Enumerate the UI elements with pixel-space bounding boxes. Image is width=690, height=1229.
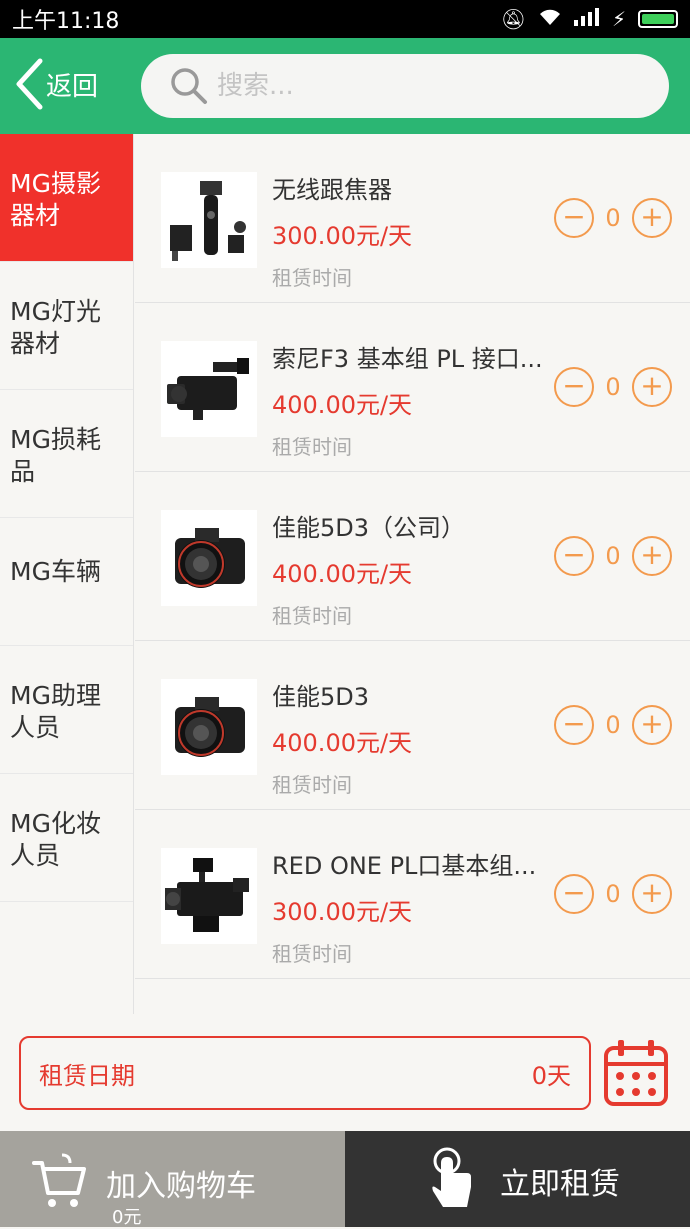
search-icon	[171, 68, 207, 104]
back-button[interactable]: 返回	[14, 56, 98, 112]
rent-time-label: 租赁时间	[272, 435, 352, 459]
header-bar: 返回	[0, 38, 690, 134]
rent-time-label: 租赁时间	[272, 942, 352, 966]
product-item-partial[interactable]	[135, 979, 690, 1014]
follow-focus-icon	[170, 181, 246, 261]
quantity-value: 0	[605, 373, 621, 401]
category-assistants[interactable]: MG助理人员	[0, 646, 133, 774]
cart-total: 0元	[112, 1207, 142, 1228]
rental-days-value: 0天	[531, 1061, 571, 1090]
dslr-camera-icon	[175, 697, 245, 757]
calendar-icon	[604, 1040, 668, 1106]
product-image	[161, 172, 257, 268]
status-icons: 🔕︎ ⚡︎	[501, 7, 678, 31]
quantity-value: 0	[605, 880, 621, 908]
wifi-icon	[538, 7, 562, 31]
mute-icon: 🔕︎	[500, 7, 526, 31]
increase-button[interactable]: +	[632, 536, 672, 576]
chevron-left-icon	[16, 58, 43, 110]
product-price: 300.00元/天	[272, 898, 413, 926]
tap-hand-icon	[432, 1147, 471, 1207]
rental-date-label: 租赁日期	[39, 1061, 135, 1090]
calendar-button[interactable]	[602, 1038, 670, 1112]
battery-icon	[638, 10, 678, 28]
status-bar: 上午11:18 🔕︎ ⚡︎	[0, 0, 690, 38]
product-item[interactable]: 佳能5D3 400.00元/天 租赁时间 − 0 +	[135, 641, 690, 810]
rent-time-label: 租赁时间	[272, 604, 352, 628]
add-to-cart-label: 加入购物车	[106, 1169, 256, 1204]
rent-time-label: 租赁时间	[272, 773, 352, 797]
increase-button[interactable]: +	[632, 367, 672, 407]
search-box[interactable]	[141, 54, 669, 118]
decrease-button[interactable]: −	[554, 367, 594, 407]
quantity-value: 0	[605, 204, 621, 232]
product-image	[161, 848, 257, 944]
product-list: 无线跟焦器 300.00元/天 租赁时间 − 0 + 索尼F3 基本组 PL 接…	[135, 134, 690, 1014]
rent-now-button[interactable]: 立即租赁	[345, 1131, 690, 1227]
quantity-stepper: − 0 +	[554, 874, 672, 914]
product-price: 400.00元/天	[272, 729, 413, 757]
quantity-value: 0	[605, 711, 621, 739]
decrease-button[interactable]: −	[554, 198, 594, 238]
rental-date-bar: 租赁日期 0天	[0, 1014, 690, 1131]
product-name: RED ONE PL口基本组...	[272, 852, 537, 880]
quantity-stepper: − 0 +	[554, 705, 672, 745]
increase-button[interactable]: +	[632, 198, 672, 238]
charging-icon: ⚡︎	[611, 7, 626, 31]
product-image	[161, 679, 257, 775]
increase-button[interactable]: +	[632, 874, 672, 914]
camcorder-icon	[167, 358, 249, 420]
product-name: 佳能5D3	[272, 683, 370, 711]
back-label: 返回	[46, 71, 99, 102]
bottom-action-bar: 加入购物车 0元 立即租赁	[0, 1131, 690, 1228]
cart-icon	[32, 1153, 86, 1207]
quantity-stepper: − 0 +	[554, 367, 672, 407]
rental-date-field[interactable]: 租赁日期 0天	[19, 1036, 591, 1110]
category-makeup[interactable]: MG化妆人员	[0, 774, 133, 902]
product-name: 索尼F3 基本组 PL 接口...	[272, 345, 543, 373]
search-input[interactable]	[217, 71, 617, 101]
product-name: 佳能5D3（公司）	[272, 514, 466, 542]
decrease-button[interactable]: −	[554, 705, 594, 745]
product-item[interactable]: 索尼F3 基本组 PL 接口... 400.00元/天 租赁时间 − 0 +	[135, 303, 690, 472]
add-to-cart-button[interactable]: 加入购物车 0元	[0, 1131, 345, 1228]
dslr-camera-icon	[175, 528, 245, 588]
category-lighting[interactable]: MG灯光器材	[0, 262, 133, 390]
product-item[interactable]: 无线跟焦器 300.00元/天 租赁时间 − 0 +	[135, 134, 690, 303]
rent-time-label: 租赁时间	[272, 266, 352, 290]
quantity-stepper: − 0 +	[554, 536, 672, 576]
product-price: 400.00元/天	[272, 560, 413, 588]
product-item[interactable]: RED ONE PL口基本组... 300.00元/天 租赁时间 − 0 +	[135, 810, 690, 979]
product-name: 无线跟焦器	[272, 176, 392, 204]
product-image	[161, 341, 257, 437]
category-consumables[interactable]: MG损耗品	[0, 390, 133, 518]
category-vehicles[interactable]: MG车辆	[0, 518, 133, 646]
decrease-button[interactable]: −	[554, 536, 594, 576]
quantity-value: 0	[605, 542, 621, 570]
category-sidebar: MG摄影器材 MG灯光器材 MG损耗品 MG车辆 MG助理人员 MG化妆人员	[0, 134, 134, 1014]
product-price: 300.00元/天	[272, 222, 413, 250]
category-photography[interactable]: MG摄影器材	[0, 134, 133, 262]
product-price: 400.00元/天	[272, 391, 413, 419]
decrease-button[interactable]: −	[554, 874, 594, 914]
cinema-camera-icon	[165, 858, 249, 932]
quantity-stepper: − 0 +	[554, 198, 672, 238]
increase-button[interactable]: +	[632, 705, 672, 745]
signal-icon	[573, 7, 600, 31]
status-time: 上午11:18	[12, 9, 120, 34]
rent-now-label: 立即租赁	[500, 1167, 620, 1202]
product-image	[161, 510, 257, 606]
product-item[interactable]: 佳能5D3（公司） 400.00元/天 租赁时间 − 0 +	[135, 472, 690, 641]
